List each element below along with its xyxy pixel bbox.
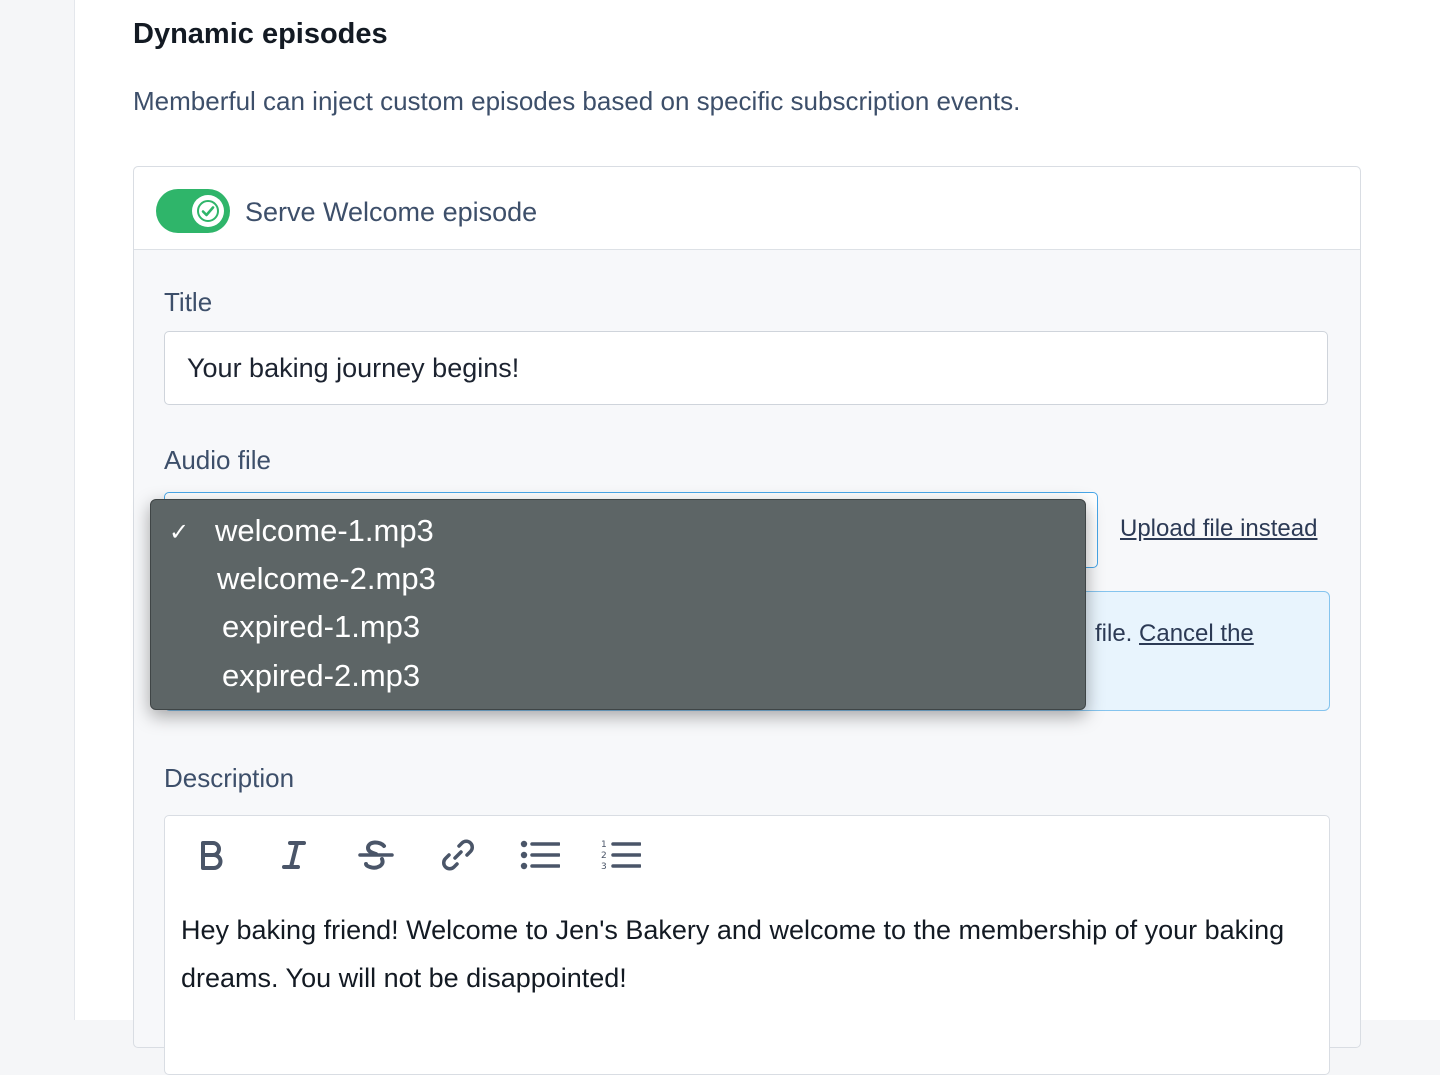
svg-text:2: 2	[601, 851, 607, 861]
italic-button[interactable]	[269, 830, 319, 880]
cancel-link[interactable]: Cancel the	[1139, 620, 1254, 647]
option-label: expired-2.mp3	[222, 658, 421, 693]
title-input[interactable]	[164, 331, 1328, 405]
link-icon	[442, 839, 474, 871]
bullet-list-icon	[520, 840, 560, 870]
section-title: Dynamic episodes	[133, 18, 388, 50]
serve-welcome-toggle[interactable]	[156, 189, 230, 233]
option-label: welcome-1.mp3	[215, 513, 434, 548]
dropdown-option-expired-2[interactable]: expired-2.mp3	[151, 653, 1085, 701]
section-description: Memberful can inject custom episodes bas…	[133, 86, 1021, 116]
card-header: Serve Welcome episode	[134, 167, 1360, 250]
strikethrough-button[interactable]	[351, 830, 401, 880]
option-label: expired-1.mp3	[222, 609, 421, 644]
check-icon	[197, 200, 219, 222]
toggle-knob	[192, 195, 224, 227]
info-text-partial: file.	[1095, 620, 1133, 647]
checkmark-icon: ✓	[169, 519, 190, 546]
toggle-label: Serve Welcome episode	[245, 197, 538, 227]
svg-text:1: 1	[601, 840, 607, 850]
numbered-list-icon: 1 2 3	[601, 840, 641, 872]
svg-text:3: 3	[601, 862, 607, 872]
upload-file-link[interactable]: Upload file instead	[1120, 515, 1317, 543]
bold-button[interactable]	[187, 830, 237, 880]
bold-icon	[201, 841, 223, 870]
bullet-list-button[interactable]	[515, 830, 565, 880]
title-label: Title	[164, 287, 213, 317]
numbered-list-button[interactable]: 1 2 3	[596, 830, 646, 880]
description-label: Description	[164, 763, 295, 793]
option-label: welcome-2.mp3	[217, 561, 436, 596]
description-editor[interactable]: 1 2 3 Hey baking friend! Welcome to Jen'…	[164, 815, 1330, 1075]
strikethrough-icon	[358, 840, 394, 870]
dropdown-option-expired-1[interactable]: expired-1.mp3	[151, 604, 1085, 652]
audio-file-label: Audio file	[164, 445, 271, 475]
link-button[interactable]	[433, 830, 483, 880]
dropdown-option-welcome-1[interactable]: ✓ welcome-1.mp3	[151, 508, 1085, 556]
dropdown-option-welcome-2[interactable]: welcome-2.mp3	[151, 556, 1085, 604]
italic-icon	[282, 841, 306, 869]
audio-file-dropdown-menu: ✓ welcome-1.mp3 welcome-2.mp3 expired-1.…	[150, 499, 1086, 710]
description-text[interactable]: Hey baking friend! Welcome to Jen's Bake…	[181, 906, 1301, 1002]
info-text: file. Cancel the	[1095, 620, 1254, 648]
